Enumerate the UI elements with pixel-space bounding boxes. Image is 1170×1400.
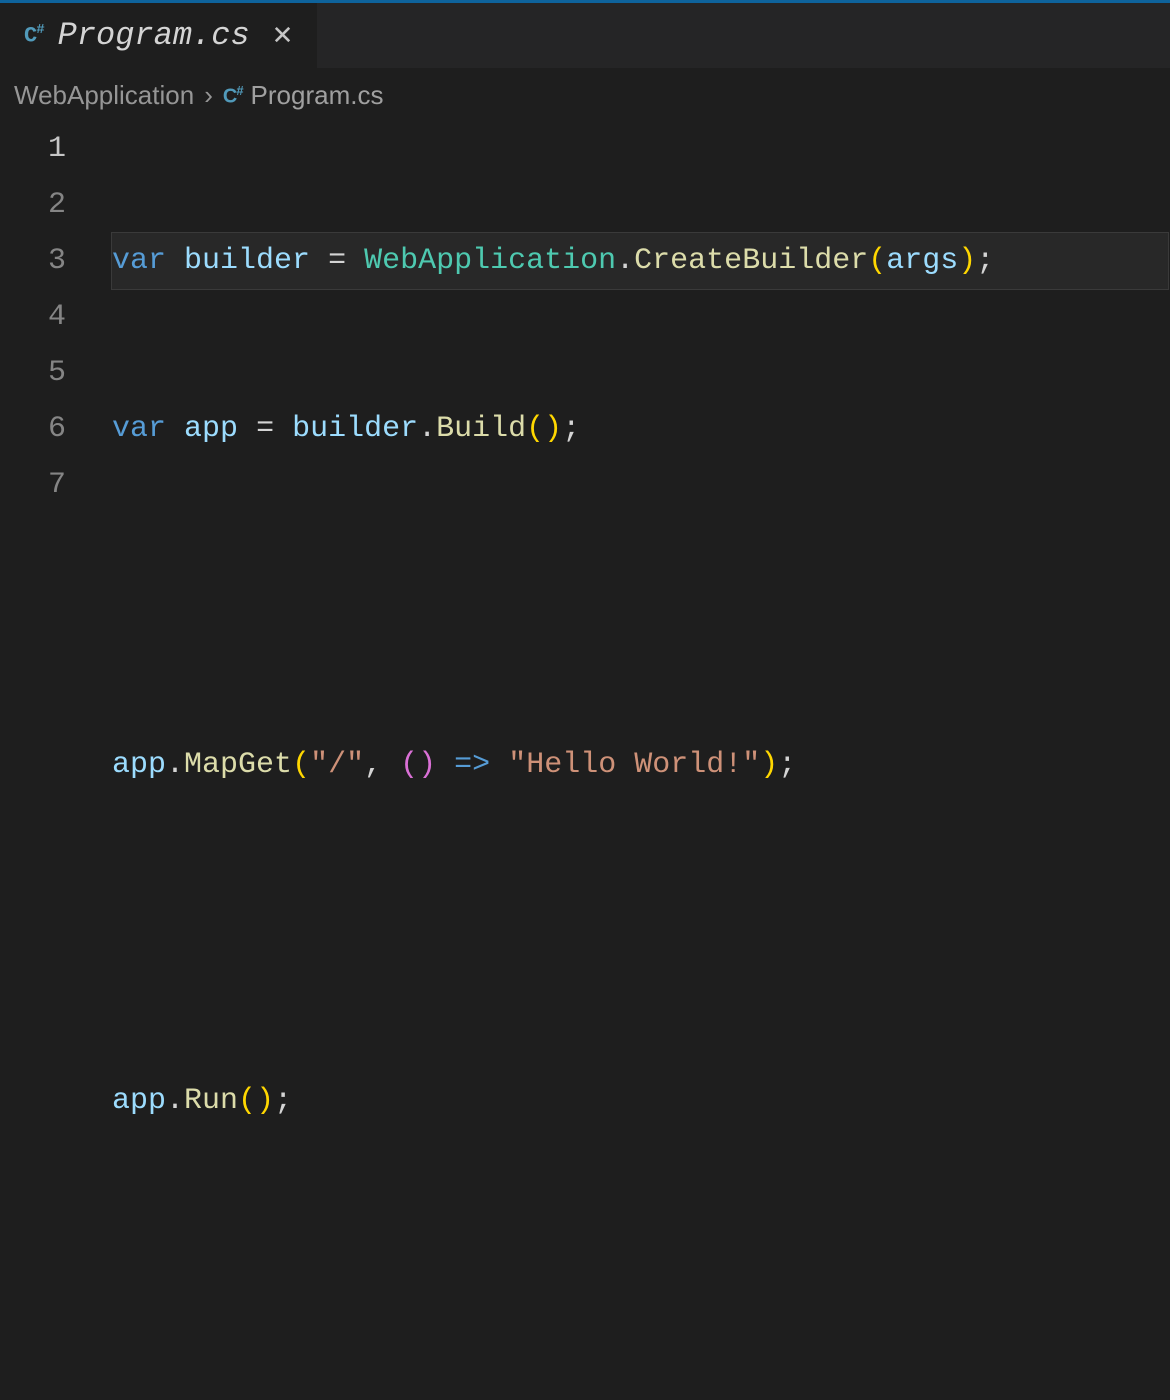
code-line[interactable]: [112, 905, 1170, 961]
csharp-icon: C#: [24, 22, 44, 48]
breadcrumb-project[interactable]: WebApplication: [14, 80, 194, 111]
code-line[interactable]: var builder = WebApplication.CreateBuild…: [112, 233, 1168, 289]
code-line[interactable]: app.MapGet("/", () => "Hello World!");: [112, 737, 1170, 793]
code-editor[interactable]: 1 2 3 4 5 6 7 var builder = WebApplicati…: [0, 121, 1170, 1400]
line-number-gutter: 1 2 3 4 5 6 7: [0, 121, 112, 1400]
code-line[interactable]: var app = builder.Build();: [112, 401, 1170, 457]
csharp-icon: C#: [223, 83, 243, 109]
line-number: 6: [0, 401, 66, 457]
tab-bar: C# Program.cs ✕: [0, 0, 1170, 68]
line-number: 5: [0, 345, 66, 401]
code-line[interactable]: app.Run();: [112, 1073, 1170, 1129]
line-number: 1: [0, 121, 66, 177]
tab-title: Program.cs: [58, 17, 250, 54]
chevron-right-icon: ›: [202, 80, 215, 111]
line-number: 7: [0, 457, 66, 513]
line-number: 3: [0, 233, 66, 289]
breadcrumb: WebApplication › C# Program.cs: [0, 68, 1170, 121]
close-icon[interactable]: ✕: [264, 20, 294, 51]
tab-program-cs[interactable]: C# Program.cs ✕: [0, 3, 317, 68]
code-line[interactable]: [112, 1241, 1170, 1297]
code-area[interactable]: var builder = WebApplication.CreateBuild…: [112, 121, 1170, 1400]
breadcrumb-file[interactable]: Program.cs: [251, 80, 384, 111]
code-line[interactable]: [112, 569, 1170, 625]
line-number: 2: [0, 177, 66, 233]
line-number: 4: [0, 289, 66, 345]
